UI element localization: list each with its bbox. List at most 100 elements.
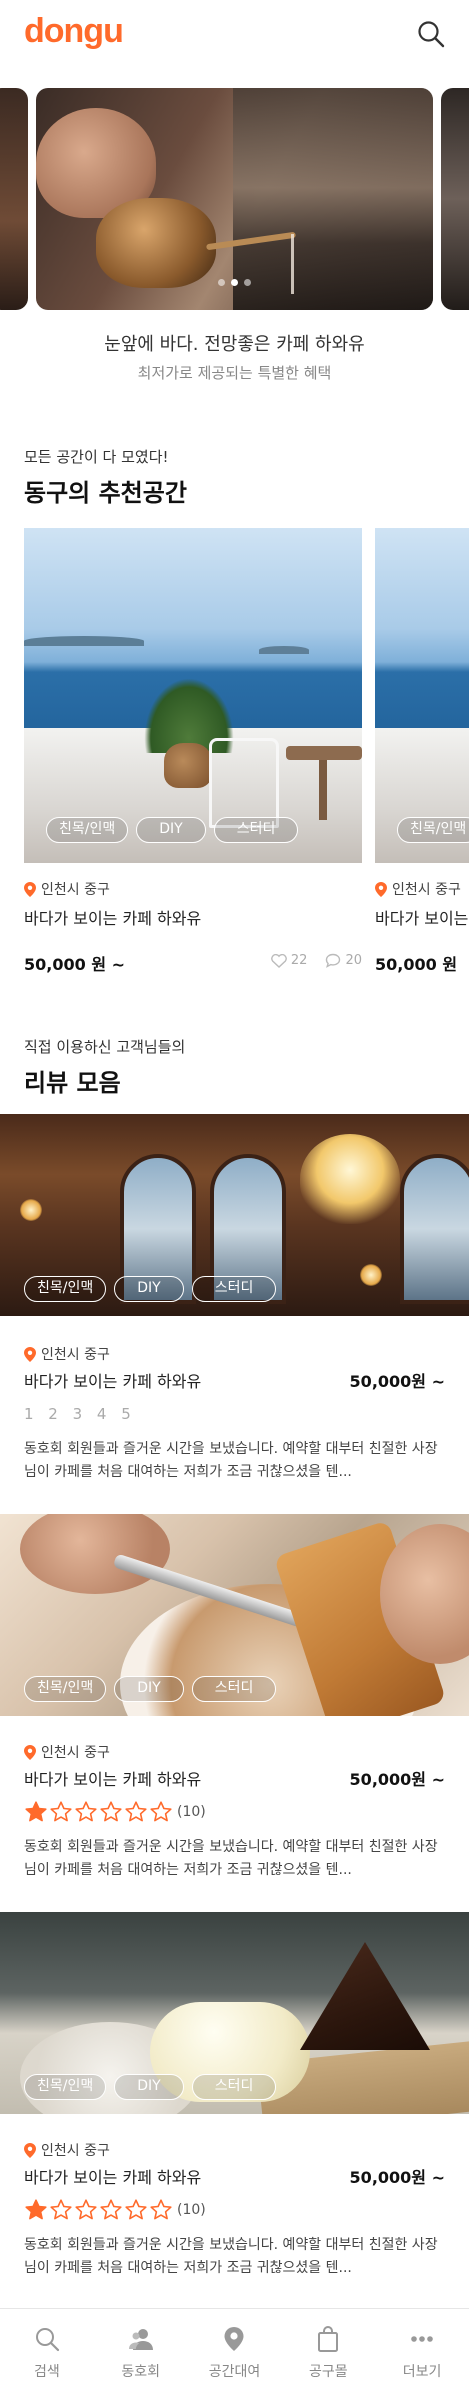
bottom-navigation: 검색 동호회 공간대여 공구몰 더보기 [0, 2308, 469, 2398]
tag[interactable]: 스터디 [191, 1276, 277, 1302]
star-filled-icon [25, 2199, 47, 2220]
nav-label: 검색 [34, 2364, 60, 2380]
space-card[interactable]: 친목/인맥 DIY 스터디 인천시 중구 바다가 보이는 카페 하와유 50,000… [24, 528, 362, 975]
photo-chair [209, 738, 279, 828]
photo-chocolate-cake [300, 1942, 430, 2050]
brand-logo[interactable]: dongu [24, 12, 124, 51]
tag[interactable]: 스터디 [213, 817, 299, 843]
recommended-section-header: 모든 공간이 다 모였다! 동구의 추천공간 [24, 446, 187, 508]
price: 50,000원 ~ [349, 1372, 445, 1391]
tag[interactable]: DIY [136, 817, 206, 843]
tag[interactable]: DIY [114, 1276, 184, 1302]
photo-hand [20, 1514, 170, 1594]
review-text: 동호회 회원들과 즐거운 시간을 보냈습니다. 예약할 대부터 친절한 사장님이… [24, 2237, 438, 2276]
location: 인천시 중구 [24, 2140, 445, 2160]
hero-slide-next[interactable] [441, 88, 469, 310]
comment-icon[interactable] [325, 953, 341, 968]
location: 인천시 중구 [24, 1344, 445, 1364]
like-count: 22 [290, 953, 308, 968]
price: 50,000원 ~ [349, 2168, 445, 2187]
place-name[interactable]: 바다가 보이는 카페 하와유 [24, 2168, 201, 2187]
location-pin-icon [24, 1744, 36, 1760]
hero-dot[interactable] [218, 279, 225, 286]
tag-list: 친목/인맥 [397, 817, 469, 843]
place-name[interactable]: 바다가 보이는 [375, 905, 469, 929]
price: 50,000원 ~ [349, 1770, 445, 1789]
star-empty-icon [100, 1801, 122, 1822]
rating-count: (10) [177, 2202, 206, 2218]
photo-lamp [360, 1264, 382, 1286]
tag[interactable]: 친목/인맥 [24, 1276, 107, 1302]
hero-title: 눈앞에 바다. 전망좋은 카페 하와유 [104, 334, 365, 355]
star-empty-icon [50, 1801, 72, 1822]
location-pin-icon [224, 2327, 244, 2351]
nav-space-rental[interactable]: 공간대여 [188, 2309, 282, 2398]
tag[interactable]: DIY [114, 1676, 184, 1702]
search-button[interactable] [415, 18, 447, 50]
review-photo[interactable]: 친목/인맥 DIY 스터디 [0, 1514, 469, 1716]
star-filled-icon [25, 1801, 47, 1822]
recommended-title: 동구의 추천공간 [24, 479, 187, 507]
nav-club[interactable]: 동호회 [94, 2309, 188, 2398]
star-empty-icon [150, 1801, 172, 1822]
location: 인천시 중구 [24, 1742, 445, 1762]
photo-island [259, 646, 309, 654]
people-icon [128, 2329, 153, 2350]
review-photo[interactable]: 친목/인맥 DIY 스터디 [0, 1114, 469, 1316]
hero-pagination [36, 271, 433, 290]
nav-label: 공간대여 [208, 2364, 261, 2380]
card-meta: 50,000 원 [375, 951, 469, 975]
photo-island [24, 636, 144, 646]
space-photo[interactable]: 친목/인맥 [375, 528, 469, 863]
nav-tool-mall[interactable]: 공구몰 [281, 2309, 375, 2398]
tag[interactable]: DIY [114, 2074, 184, 2100]
nav-more[interactable]: 더보기 [375, 2309, 469, 2398]
tag-list: 친목/인맥 DIY 스터디 [24, 1276, 284, 1302]
review-card[interactable]: 인천시 중구 바다가 보이는 카페 하와유 50,000원 ~ (10) 동호회… [24, 1742, 445, 1882]
place-name[interactable]: 바다가 보이는 카페 하와유 [24, 905, 362, 929]
star-empty-icon [50, 2199, 72, 2220]
tag[interactable]: 친목/인맥 [24, 2074, 107, 2100]
comment-count: 20 [345, 953, 362, 968]
search-icon [418, 21, 445, 48]
review-card[interactable]: 인천시 중구 바다가 보이는 카페 하와유 50,000원 ~ 1 2 3 4 … [24, 1344, 445, 1484]
heart-icon[interactable] [271, 953, 287, 968]
star-empty-icon [100, 2199, 122, 2220]
nav-search[interactable]: 검색 [0, 2309, 94, 2398]
reviews-title: 리뷰 모음 [24, 1069, 121, 1097]
space-photo[interactable]: 친목/인맥 DIY 스터디 [24, 528, 362, 863]
reviews-section-header: 직접 이용하신 고객님들의 리뷰 모음 [24, 1036, 185, 1098]
tag[interactable]: 친목/인맥 [24, 1676, 107, 1702]
review-photo[interactable]: 친목/인맥 DIY 스터디 [0, 1912, 469, 2114]
reviews-kicker: 직접 이용하신 고객님들의 [24, 1038, 186, 1056]
location-text: 인천시 중구 [41, 882, 110, 898]
tag-list: 친목/인맥 DIY 스터디 [24, 1676, 284, 1702]
nav-label: 동호회 [121, 2364, 161, 2380]
location: 인천시 중구 [24, 879, 362, 899]
rating-count: (10) [177, 1804, 206, 1820]
tag[interactable]: 스터디 [191, 2074, 277, 2100]
place-name[interactable]: 바다가 보이는 카페 하와유 [24, 1372, 201, 1391]
tag[interactable]: 스터디 [191, 1676, 277, 1702]
hero-carousel[interactable] [0, 88, 469, 310]
hero-slide-prev[interactable] [0, 88, 28, 310]
hero-subtitle: 최저가로 제공되는 특별한 혜택 [137, 364, 332, 382]
tag[interactable]: 친목/인맥 [397, 817, 469, 843]
tag[interactable]: 친목/인맥 [46, 817, 129, 843]
hero-dot-active[interactable] [231, 279, 238, 286]
hero-dot[interactable] [244, 279, 251, 286]
star-rating: (10) [24, 2198, 445, 2222]
star-empty-icon [75, 2199, 97, 2220]
space-card-next[interactable]: 친목/인맥 인천시 중구 바다가 보이는 50,000 원 [375, 528, 469, 975]
review-text: 동호회 회원들과 즐거운 시간을 보냈습니다. 예약할 대부터 친절한 사장님이… [24, 1441, 438, 1480]
star-rating: (10) [24, 1800, 445, 1824]
hero-slide-current[interactable] [36, 88, 433, 310]
place-name[interactable]: 바다가 보이는 카페 하와유 [24, 1770, 201, 1789]
review-title-row: 바다가 보이는 카페 하와유 50,000원 ~ [24, 1368, 445, 1391]
search-icon [35, 2328, 59, 2352]
star-empty-icon [125, 1801, 147, 1822]
photo-arch-window [400, 1154, 469, 1304]
review-title-row: 바다가 보이는 카페 하와유 50,000원 ~ [24, 2164, 445, 2187]
tag-list: 친목/인맥 DIY 스터디 [46, 817, 306, 843]
review-card[interactable]: 인천시 중구 바다가 보이는 카페 하와유 50,000원 ~ (10) 동호회… [24, 2140, 445, 2280]
